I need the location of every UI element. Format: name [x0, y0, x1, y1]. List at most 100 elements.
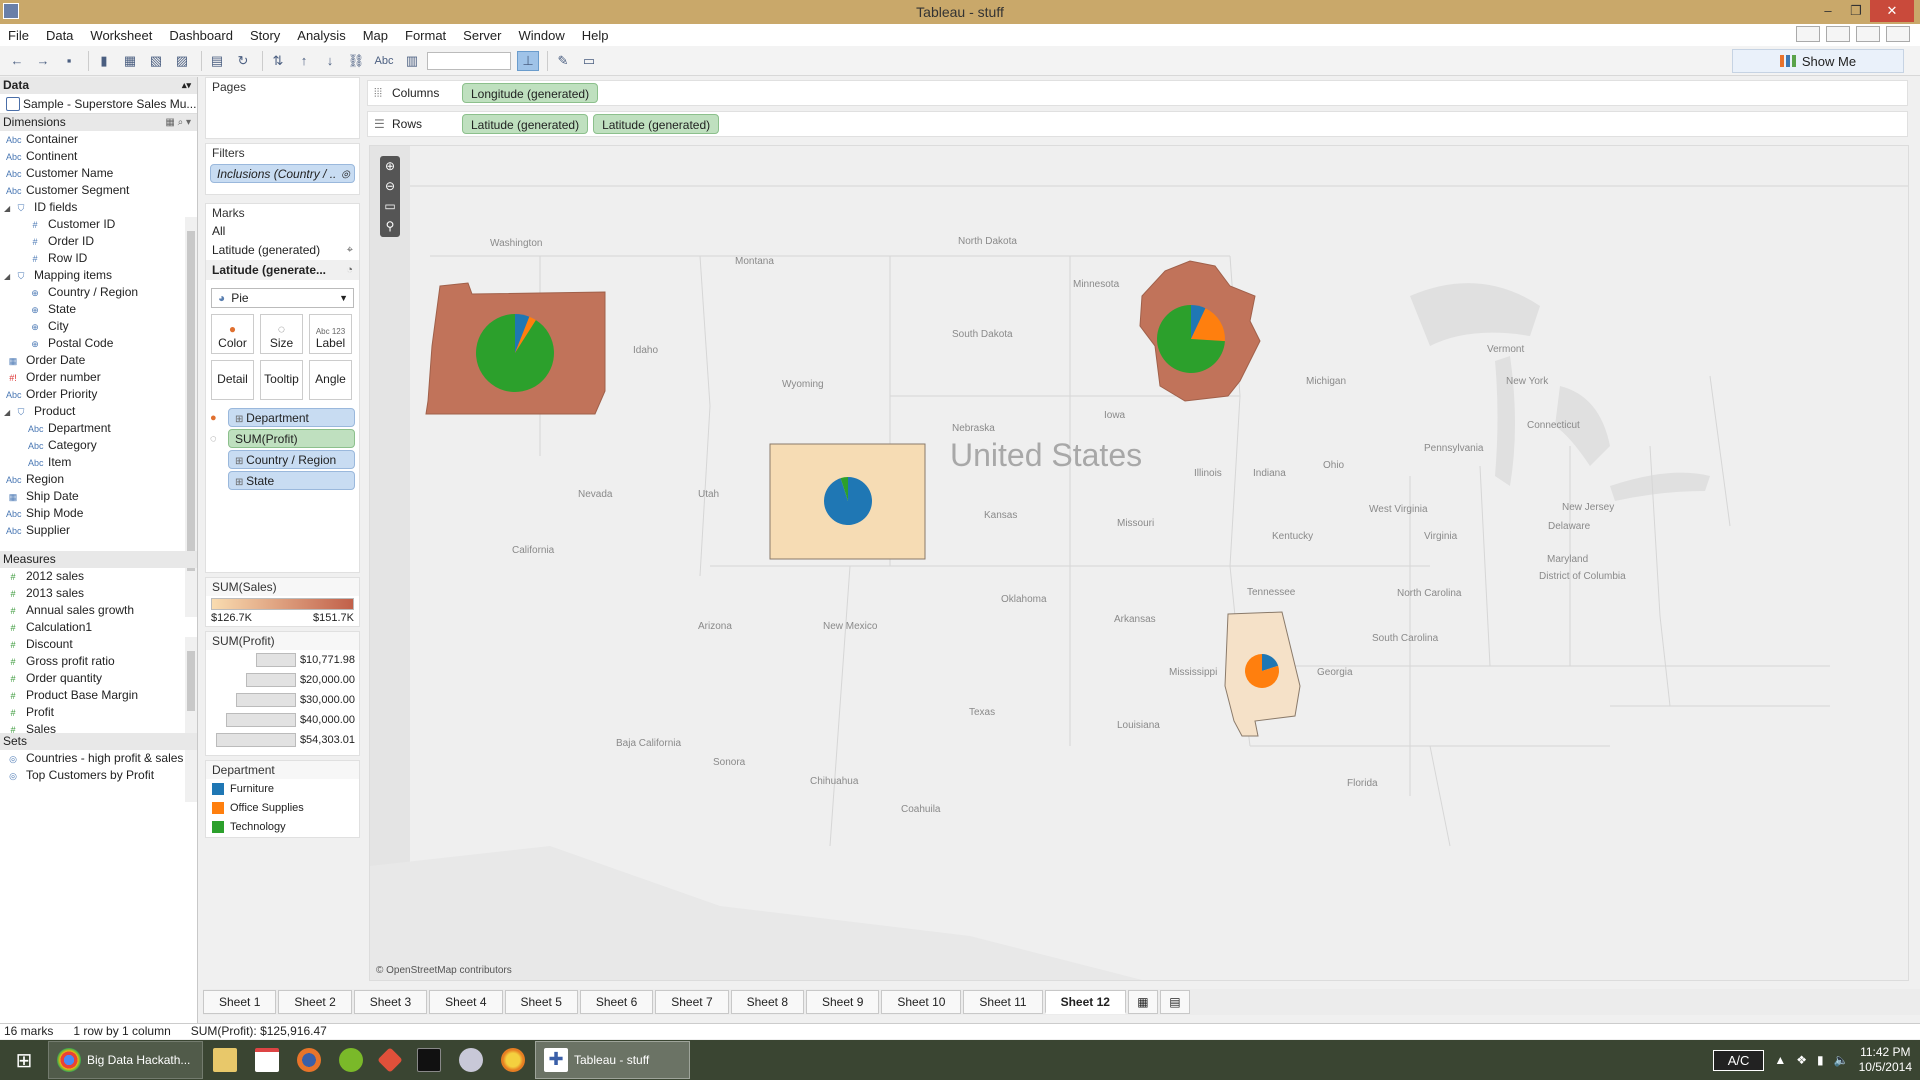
expand-caret-icon[interactable]: ◢	[4, 404, 14, 421]
show-me-button[interactable]: Show Me	[1732, 49, 1904, 73]
restore-icon[interactable]: ❐	[1842, 0, 1870, 22]
marks-pill-country-region[interactable]: ⊞ Country / Region	[228, 450, 355, 469]
undo-icon[interactable]: ←	[6, 51, 28, 71]
grid-icon[interactable]	[1826, 26, 1850, 42]
search-icon[interactable]: ▦ ⌕ ▾	[165, 114, 191, 131]
set-countries-high-profit-sales[interactable]: ◎ Countries - high profit & sales	[0, 750, 197, 767]
columns-pill-longitude[interactable]: Longitude (generated)	[462, 83, 599, 103]
pages-shelf[interactable]: Pages	[205, 77, 360, 139]
measure-profit[interactable]: # Profit	[0, 704, 197, 721]
map-view[interactable]: Washington Montana North Dakota Minnesota Id…	[369, 145, 1909, 981]
dimension-category[interactable]: Abc Category	[0, 437, 197, 454]
marks-pill-department[interactable]: ⊞ Department	[228, 408, 355, 427]
taskbar-tableau[interactable]: ✚ Tableau - stuff	[535, 1041, 690, 1079]
dimension-customer-segment[interactable]: Abc Customer Segment	[0, 182, 197, 199]
columns-shelf[interactable]: ⦙⦙⦙ Columns Longitude (generated)	[367, 80, 1908, 106]
dimension-order-date[interactable]: ▦ Order Date	[0, 352, 197, 369]
dimension-postal-code[interactable]: ⊕ Postal Code	[0, 335, 197, 352]
dimension-city[interactable]: ⊕ City	[0, 318, 197, 335]
label-button[interactable]: Abc 123 Label	[309, 314, 352, 354]
measure-order-quantity[interactable]: # Order quantity	[0, 670, 197, 687]
size-button[interactable]: ◌ Size	[260, 314, 303, 354]
menu-dashboard[interactable]: Dashboard	[169, 28, 233, 43]
marks-pill-sum-profit[interactable]: SUM(Profit)	[228, 429, 355, 448]
marks-pill-state[interactable]: ⊞ State	[228, 471, 355, 490]
tab-sheet-3[interactable]: Sheet 3	[353, 990, 428, 1014]
measure-discount[interactable]: # Discount	[0, 636, 197, 653]
taskbar-git[interactable]	[373, 1041, 407, 1079]
new-worksheet-icon[interactable]: ▦	[1127, 990, 1158, 1014]
dimension-continent[interactable]: Abc Continent	[0, 148, 197, 165]
tab-sheet-8[interactable]: Sheet 8	[730, 990, 804, 1014]
pin-icon[interactable]: ⊥	[517, 50, 539, 71]
taskbar-firefox[interactable]	[289, 1041, 329, 1079]
pin-map-icon[interactable]: ⚲	[386, 218, 395, 235]
taskbar-chrome[interactable]: Big Data Hackath...	[48, 1041, 203, 1079]
tab-sheet-1[interactable]: Sheet 1	[203, 990, 277, 1014]
connect-data-icon[interactable]: ▮	[93, 51, 115, 71]
expand-plus-icon[interactable]: ⊞	[235, 477, 246, 488]
pane-menu-icon[interactable]: ▴▾	[182, 77, 191, 94]
windows-start-icon[interactable]: ⊞	[0, 1040, 48, 1080]
expand-caret-icon[interactable]: ◢	[4, 200, 14, 217]
filters-shelf[interactable]: Filters Inclusions (Country / .. ◎	[205, 143, 360, 195]
angle-button[interactable]: Angle	[309, 360, 352, 400]
department-legend-item-technology[interactable]: Technology	[206, 817, 359, 836]
menu-story[interactable]: Story	[250, 28, 280, 43]
measure-gross-profit-ratio[interactable]: # Gross profit ratio	[0, 653, 197, 670]
menu-window[interactable]: Window	[518, 28, 564, 43]
measure-sales[interactable]: # Sales	[0, 721, 197, 733]
marks-all-tab[interactable]: All	[206, 222, 359, 240]
dimension-department[interactable]: Abc Department	[0, 420, 197, 437]
tab-sheet-9[interactable]: Sheet 9	[806, 990, 880, 1014]
marks-layer-1[interactable]: Latitude (generated) ⌖	[206, 240, 359, 260]
department-legend-item-furniture[interactable]: Furniture	[206, 779, 359, 798]
menu-data[interactable]: Data	[46, 28, 73, 43]
ac-indicator[interactable]: A/C	[1712, 1049, 1765, 1071]
dimension-country-region[interactable]: ⊕ Country / Region	[0, 284, 197, 301]
tableau-app-icon[interactable]	[3, 3, 19, 19]
detail-button[interactable]: Detail	[211, 360, 254, 400]
dimension-id-fields[interactable]: ◢ ⛉ ID fields	[0, 199, 197, 216]
zoom-area-icon[interactable]: ▭	[384, 198, 395, 215]
presentation-icon[interactable]: ▭	[578, 51, 600, 71]
page-icon[interactable]	[1856, 26, 1880, 42]
dimension-order-priority[interactable]: Abc Order Priority	[0, 386, 197, 403]
map-canvas[interactable]: Washington Montana North Dakota Minnesota Id…	[370, 146, 1909, 981]
measure-calculation1[interactable]: # Calculation1	[0, 619, 197, 636]
taskbar-explorer[interactable]	[205, 1041, 245, 1079]
expand-plus-icon[interactable]: ⊞	[235, 456, 246, 467]
measure-product-base-margin[interactable]: # Product Base Margin	[0, 687, 197, 704]
dimension-ship-mode[interactable]: Abc Ship Mode	[0, 505, 197, 522]
taskbar-spotify[interactable]	[331, 1041, 371, 1079]
view-mode-icon[interactable]	[1796, 26, 1820, 42]
tab-sheet-12[interactable]: Sheet 12	[1044, 990, 1126, 1014]
tray-arrow-icon[interactable]: ▲	[1774, 1053, 1786, 1067]
expand-plus-icon[interactable]: ⊞	[235, 414, 246, 425]
menu-worksheet[interactable]: Worksheet	[90, 28, 152, 43]
taskbar-paint[interactable]	[493, 1041, 533, 1079]
refresh-icon[interactable]: ↻	[232, 51, 254, 71]
save-icon[interactable]: ▪	[58, 51, 80, 71]
department-legend-item-office-supplies[interactable]: Office Supplies	[206, 798, 359, 817]
highlight-icon[interactable]: ✎	[552, 51, 574, 71]
fit-dropdown[interactable]	[427, 51, 511, 70]
new-dashboard-icon[interactable]: ▤	[1159, 990, 1190, 1014]
tab-sheet-7[interactable]: Sheet 7	[655, 990, 729, 1014]
zoom-out-icon[interactable]: ⊖	[385, 178, 395, 195]
abc-label-icon[interactable]: Abc	[371, 51, 397, 71]
new-sheet-icon[interactable]: ▦	[119, 51, 141, 71]
volume-icon[interactable]: 🔈	[1834, 1053, 1849, 1067]
dimension-row-id[interactable]: # Row ID	[0, 250, 197, 267]
clear-sheet-icon[interactable]: ▨	[171, 51, 193, 71]
measure-2012-sales[interactable]: #2012 sales	[0, 568, 197, 585]
clock[interactable]: 11:42 PM 10/5/2014	[1859, 1045, 1912, 1075]
tab-sheet-2[interactable]: Sheet 2	[278, 990, 352, 1014]
dimension-customer-id[interactable]: # Customer ID	[0, 216, 197, 233]
dimension-region[interactable]: Abc Region	[0, 471, 197, 488]
dimension-mapping-items[interactable]: ◢ ⛉ Mapping items	[0, 267, 197, 284]
tooltip-button[interactable]: Tooltip	[260, 360, 303, 400]
network-icon[interactable]: ▮	[1817, 1053, 1824, 1067]
tab-sheet-10[interactable]: Sheet 10	[881, 990, 962, 1014]
rows-pill-latitude-2[interactable]: Latitude (generated)	[593, 114, 720, 134]
